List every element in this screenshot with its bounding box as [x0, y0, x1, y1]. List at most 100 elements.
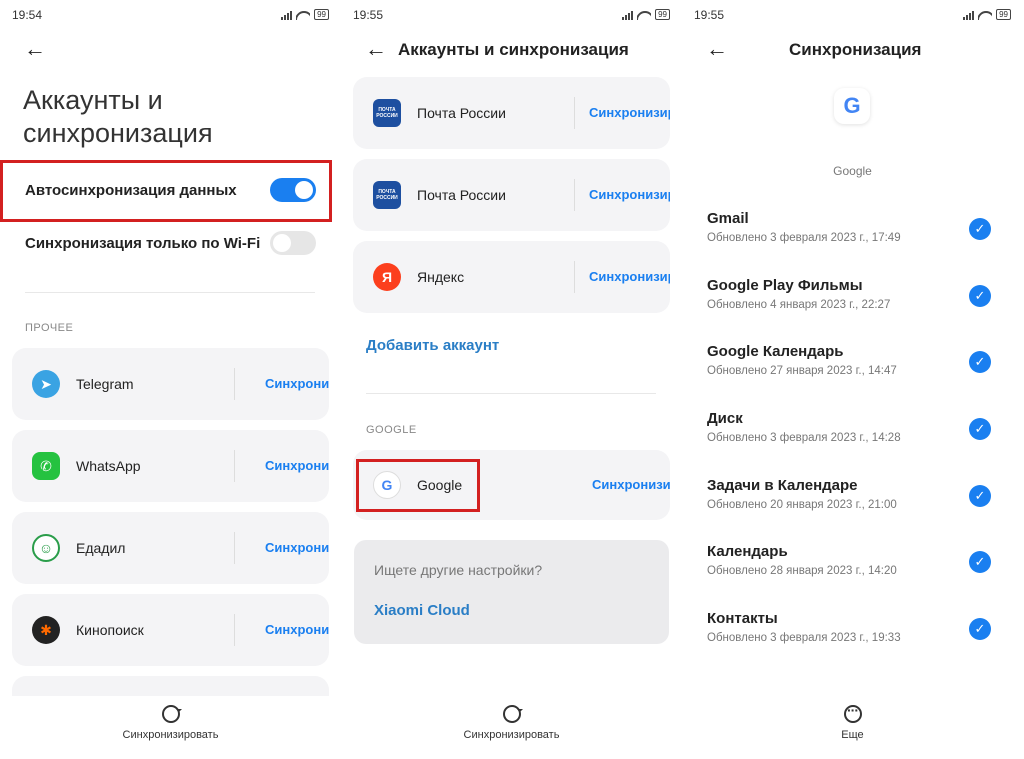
battery-icon: 99	[314, 9, 329, 20]
sync-now-button[interactable]: Синхронизировать	[341, 705, 682, 741]
more-icon	[843, 702, 862, 723]
back-arrow-icon[interactable]: ←	[365, 38, 387, 60]
account-card[interactable]: ПОЧТА РОССИИ Почта России Синхронизиро	[353, 77, 670, 149]
checkbox-checked-icon[interactable]: ✓	[969, 551, 991, 573]
other-settings-label: Ищете другие настройки?	[374, 562, 543, 578]
accounts-list-screen: 19:55 99 ← Аккаунты и синхронизация ПОЧТ…	[341, 0, 682, 759]
sync-button[interactable]: Синхрони	[265, 458, 329, 474]
other-settings-box: Ищете другие настройки? Xiaomi Cloud	[354, 540, 669, 644]
account-card[interactable]: ➤ Telegram Синхрони	[12, 348, 329, 420]
status-bar: 19:54 99	[12, 8, 329, 24]
divider	[25, 292, 315, 293]
sync-item[interactable]: Диск Обновлено 3 февраля 2023 г., 14:28 …	[707, 410, 1007, 446]
telegram-icon: ➤	[32, 370, 60, 398]
battery-icon: 99	[655, 9, 670, 20]
sync-item[interactable]: Gmail Обновлено 3 февраля 2023 г., 17:49…	[707, 210, 1007, 246]
account-name: Яндекс	[417, 269, 465, 285]
checkbox-checked-icon[interactable]: ✓	[969, 285, 991, 307]
google-logo-icon: G	[834, 88, 870, 124]
sync-item-name: Задачи в Календаре	[707, 477, 858, 494]
sync-item[interactable]: Google Play Фильмы Обновлено 4 января 20…	[707, 277, 1007, 313]
checkbox-checked-icon[interactable]: ✓	[969, 618, 991, 640]
sync-item-updated: Обновлено 28 января 2023 г., 14:20	[707, 565, 897, 577]
sync-item-updated: Обновлено 27 января 2023 г., 14:47	[707, 365, 897, 377]
sync-item[interactable]: Календарь Обновлено 28 января 2023 г., 1…	[707, 543, 1007, 579]
page-title: Синхронизация	[789, 40, 922, 59]
signal-icon	[622, 10, 634, 20]
sync-item-updated: Обновлено 4 января 2023 г., 22:27	[707, 299, 891, 311]
more-label: Еще	[841, 729, 864, 741]
sync-icon	[161, 705, 182, 723]
sync-item[interactable]: Контакты Обновлено 3 февраля 2023 г., 19…	[707, 610, 1007, 646]
sync-now-button[interactable]: Синхронизировать	[0, 705, 341, 741]
page-title: Аккаунты и синхронизация	[23, 85, 213, 148]
sync-item-name: Gmail	[707, 210, 749, 227]
sync-item-updated: Обновлено 20 января 2023 г., 21:00	[707, 499, 897, 511]
sync-button[interactable]: Синхронизиро	[589, 187, 670, 203]
account-card-partial	[12, 676, 329, 696]
pochta-icon: ПОЧТА РОССИИ	[373, 99, 401, 127]
checkbox-checked-icon[interactable]: ✓	[969, 485, 991, 507]
sync-button[interactable]: Синхронизиро	[592, 477, 670, 493]
account-card[interactable]: ☺ Едадил Синхрони	[12, 512, 329, 584]
sync-item[interactable]: Задачи в Календаре Обновлено 20 января 2…	[707, 477, 1007, 513]
checkbox-checked-icon[interactable]: ✓	[969, 218, 991, 240]
status-bar: 19:55 99	[353, 8, 670, 24]
sync-item[interactable]: Google Календарь Обновлено 27 января 202…	[707, 343, 1007, 379]
sync-item-name: Календарь	[707, 543, 788, 560]
wifi-icon	[296, 10, 310, 20]
checkbox-checked-icon[interactable]: ✓	[969, 418, 991, 440]
account-name: Едадил	[76, 540, 126, 556]
more-button[interactable]: Еще	[682, 702, 1023, 741]
account-card[interactable]: Я Яндекс Синхронизиро	[353, 241, 670, 313]
signal-icon	[281, 10, 293, 20]
sync-button[interactable]: Синхрони	[265, 540, 329, 556]
sync-item-updated: Обновлено 3 февраля 2023 г., 14:28	[707, 432, 901, 444]
sync-button[interactable]: Синхрони	[265, 376, 329, 392]
status-bar: 19:55 99	[694, 8, 1011, 24]
edadil-icon: ☺	[32, 534, 60, 562]
page-title: Аккаунты и синхронизация	[398, 40, 629, 59]
sync-now-label: Синхронизировать	[463, 729, 560, 741]
wifi-only-label: Синхронизация только по Wi-Fi	[25, 235, 261, 252]
sync-item-updated: Обновлено 3 февраля 2023 г., 19:33	[707, 632, 901, 644]
status-time: 19:54	[12, 8, 43, 22]
pochta-icon: ПОЧТА РОССИИ	[373, 181, 401, 209]
google-sync-screen: 19:55 99 ← Синхронизация G Google Gmail …	[682, 0, 1023, 759]
status-time: 19:55	[353, 8, 384, 22]
account-name: Почта России	[417, 105, 506, 121]
account-name: Кинопоиск	[76, 622, 144, 638]
wifi-icon	[978, 10, 992, 20]
back-arrow-icon[interactable]: ←	[706, 38, 728, 60]
wifi-only-toggle[interactable]	[270, 231, 316, 255]
battery-icon: 99	[996, 9, 1011, 20]
auto-sync-toggle[interactable]	[270, 178, 316, 202]
add-account-link[interactable]: Добавить аккаунт	[366, 337, 499, 354]
back-arrow-icon[interactable]: ←	[24, 38, 46, 60]
sync-item-name: Google Календарь	[707, 343, 844, 360]
account-name: WhatsApp	[76, 458, 141, 474]
account-label: Google	[833, 164, 872, 178]
kinopoisk-icon: ✱	[32, 616, 60, 644]
sync-item-updated: Обновлено 3 февраля 2023 г., 17:49	[707, 232, 901, 244]
account-card[interactable]: ✆ WhatsApp Синхрони	[12, 430, 329, 502]
account-name: Почта России	[417, 187, 506, 203]
highlight-box	[356, 459, 480, 512]
status-time: 19:55	[694, 8, 725, 22]
divider	[366, 393, 656, 394]
sync-icon	[502, 705, 523, 723]
section-header-google: GOOGLE	[366, 424, 417, 436]
section-header-other: ПРОЧЕЕ	[25, 322, 74, 334]
sync-button[interactable]: Синхронизиро	[589, 269, 670, 285]
account-card[interactable]: ✱ Кинопоиск Синхрони	[12, 594, 329, 666]
sync-button[interactable]: Синхрони	[265, 622, 329, 638]
yandex-icon: Я	[373, 263, 401, 291]
sync-button[interactable]: Синхронизиро	[589, 105, 670, 121]
accounts-sync-screen: 19:54 99 ← Аккаунты и синхронизация Авто…	[0, 0, 341, 759]
account-card[interactable]: ПОЧТА РОССИИ Почта России Синхронизиро	[353, 159, 670, 231]
sync-now-label: Синхронизировать	[122, 729, 219, 741]
account-name: Telegram	[76, 376, 134, 392]
xiaomi-cloud-link[interactable]: Xiaomi Cloud	[374, 602, 470, 619]
checkbox-checked-icon[interactable]: ✓	[969, 351, 991, 373]
sync-item-name: Google Play Фильмы	[707, 277, 863, 294]
